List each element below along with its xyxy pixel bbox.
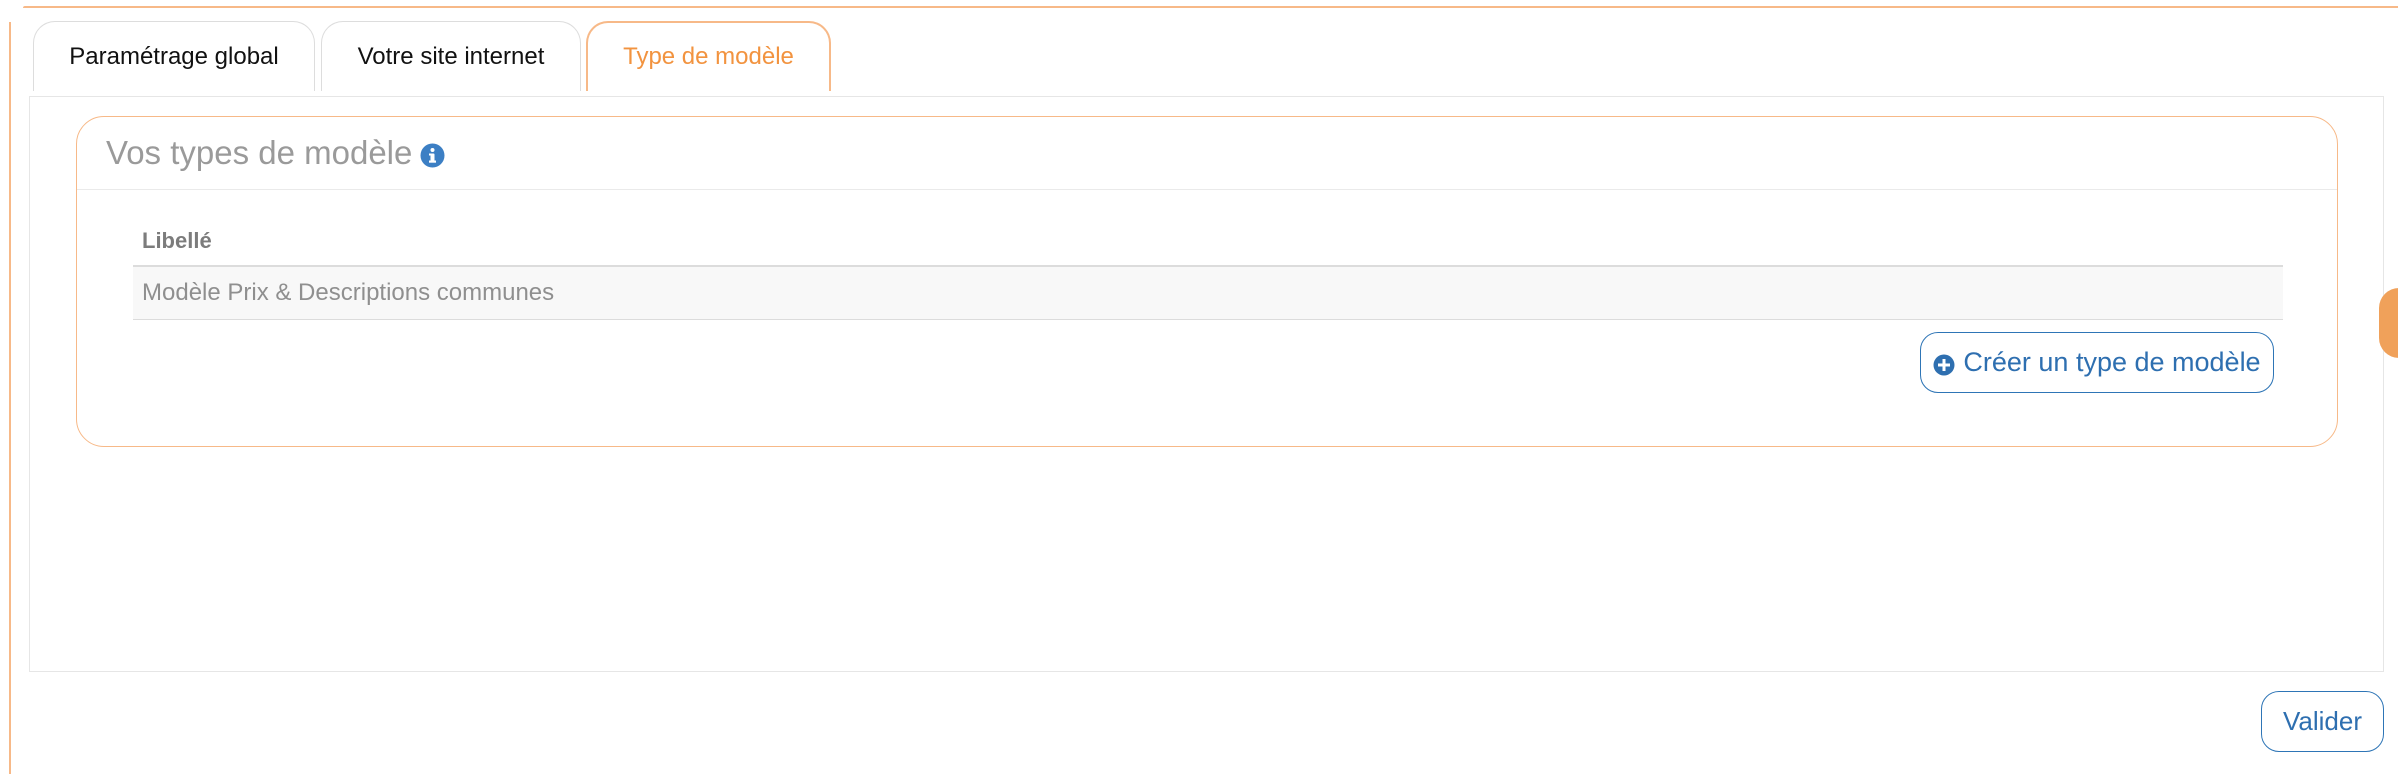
frame-top-border [23,6,2398,8]
card-title: Vos types de modèle [106,134,413,171]
plus-circle-icon [1933,352,1955,375]
side-drawer-handle[interactable] [2379,288,2398,358]
tab-label: Type de modèle [623,43,794,70]
frame-left-border [9,22,11,774]
create-model-type-button[interactable]: Créer un type de modèle [1920,332,2274,393]
info-circle-icon[interactable] [420,143,445,168]
tab-votre-site-internet[interactable]: Votre site internet [321,21,581,91]
card-header: Vos types de modèle [77,117,2337,190]
valider-button-label: Valider [2282,706,2362,736]
tab-label: Paramétrage global [69,42,279,70]
create-button-label: Créer un type de modèle [1963,347,2261,377]
table-cell-libelle: Modèle Prix & Descriptions communes [142,279,555,306]
table-header-libelle: Libellé [133,217,2283,267]
valider-button[interactable]: Valider [2261,691,2384,752]
model-types-table: Libellé Modèle Prix & Descriptions commu… [133,217,2283,320]
tab-parametrage-global[interactable]: Paramétrage global [33,21,315,91]
table-row[interactable]: Modèle Prix & Descriptions communes [133,267,2283,320]
tab-type-de-modele[interactable]: Type de modèle [586,21,831,91]
model-types-card: Vos types de modèle Libellé Modèle Prix … [76,116,2338,447]
tab-label: Votre site internet [357,42,545,70]
